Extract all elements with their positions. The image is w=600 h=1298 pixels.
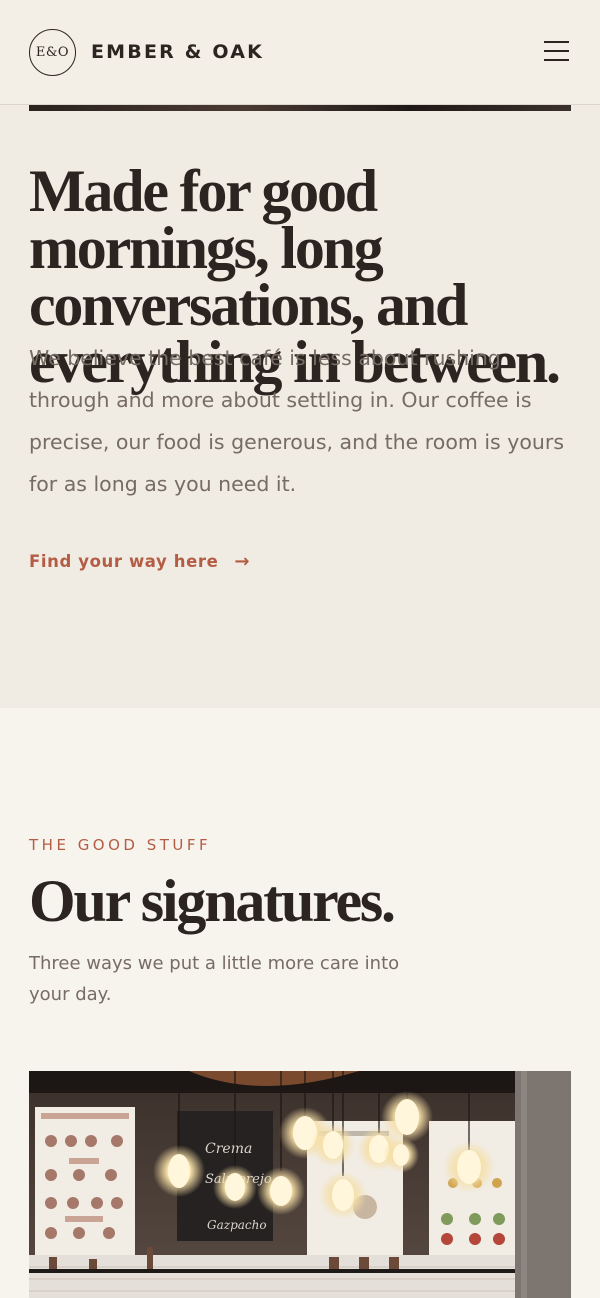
intro-body: We believe the best café is less about r…: [29, 346, 565, 496]
board-text-3: Gazpacho: [207, 1218, 267, 1232]
menu-bar: [544, 50, 569, 52]
signatures-section: THE GOOD STUFF Our signatures. Three way…: [0, 708, 600, 1298]
section-eyebrow: THE GOOD STUFF: [29, 836, 212, 854]
site-header: E&O EMBER & OAK: [0, 0, 600, 105]
hero-image-edge: [29, 105, 571, 111]
brand-name[interactable]: EMBER & OAK: [91, 41, 264, 63]
menu-bar: [544, 41, 569, 43]
intro-section: Made for good mornings, long conversatio…: [0, 105, 600, 708]
menu-bar: [544, 59, 569, 61]
find-link-label: Find your way here: [29, 552, 219, 571]
find-your-way-link[interactable]: Find your way here →: [29, 551, 250, 572]
logo-mark-text: E&O: [35, 44, 70, 60]
logo-mark[interactable]: E&O: [29, 28, 76, 76]
cafe-interior-photo: Crema Salmorejo Gazpacho: [29, 1071, 571, 1298]
signatures-title: Our signatures.: [29, 868, 396, 934]
signatures-body: Three ways we put a little more care int…: [29, 953, 400, 1005]
hamburger-menu-icon[interactable]: [543, 39, 571, 65]
board-text-1: Crema: [205, 1141, 252, 1157]
arrow-right-icon: →: [234, 551, 251, 572]
cafe-interior-illustration: Crema Salmorejo Gazpacho: [29, 1071, 571, 1298]
